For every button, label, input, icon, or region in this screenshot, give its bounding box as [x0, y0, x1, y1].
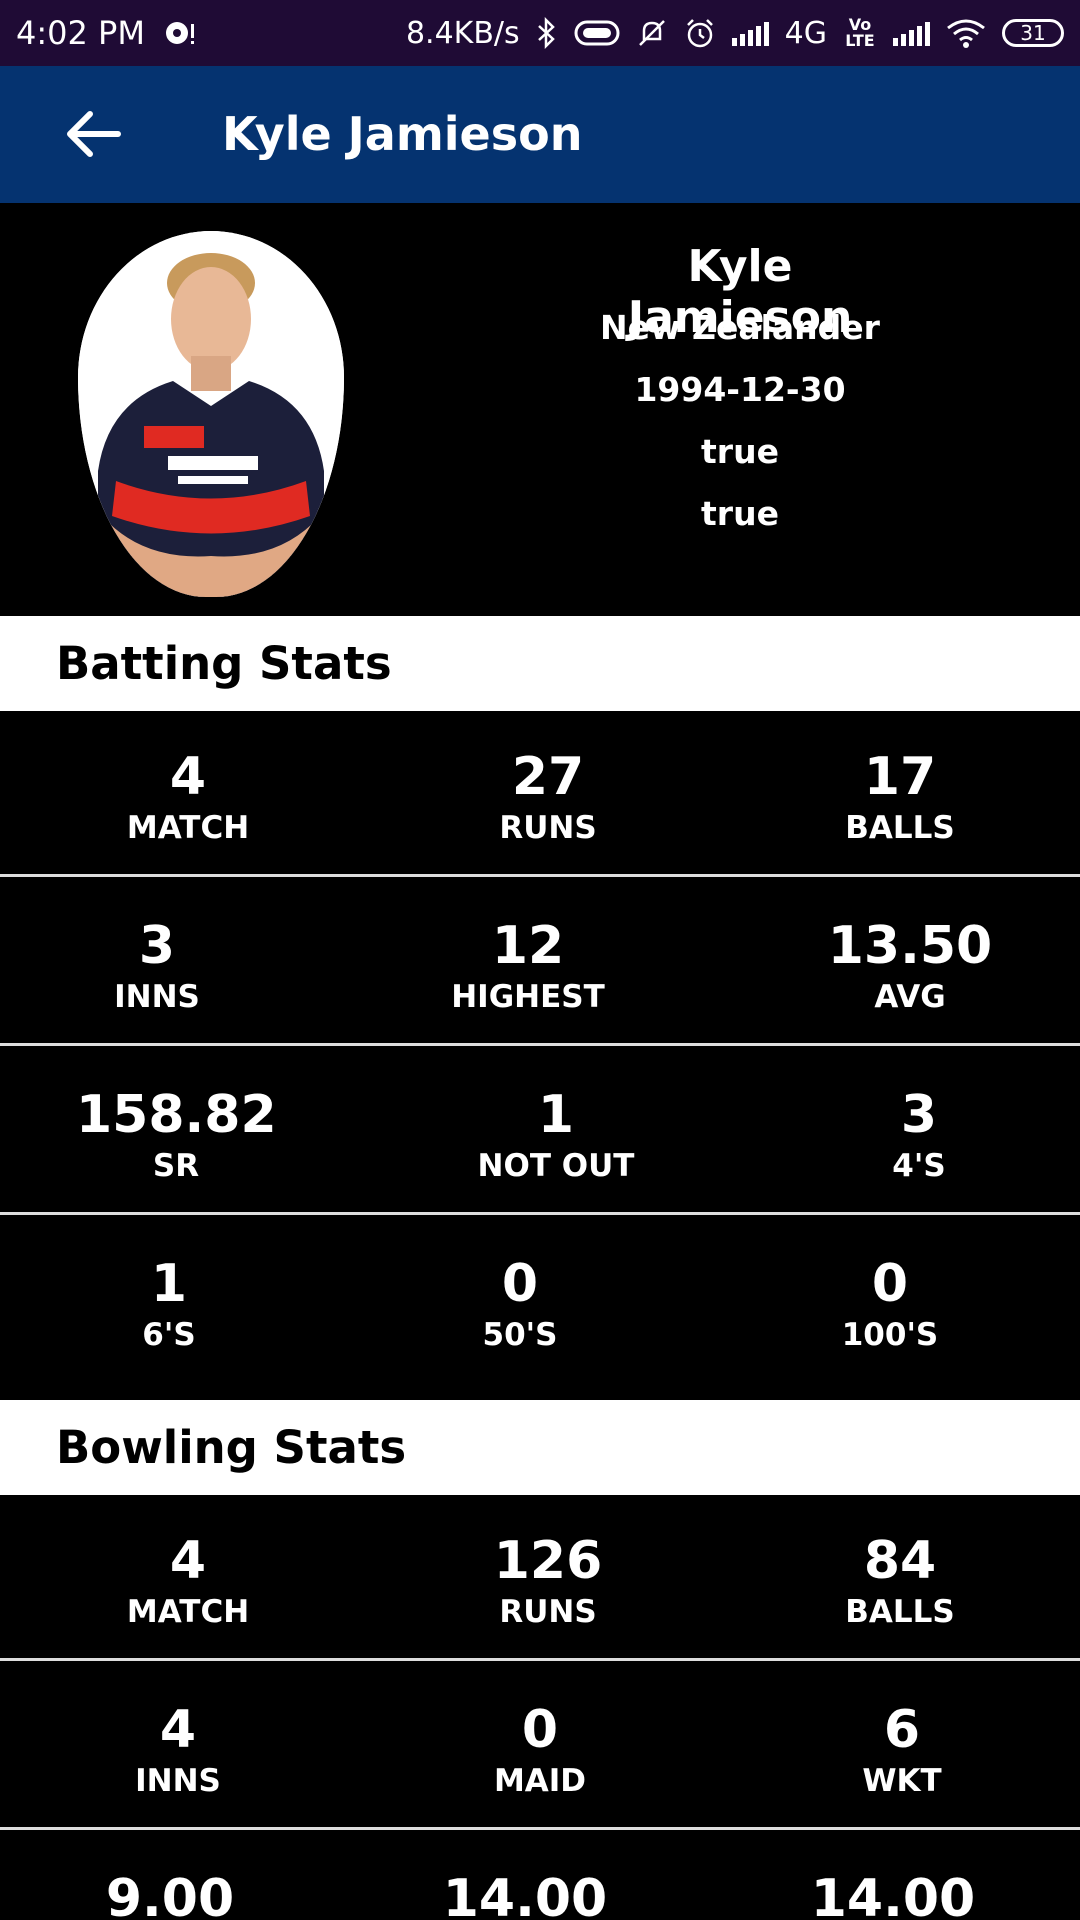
stat-label: INNS — [114, 979, 200, 1015]
stat-label: RUNS — [499, 810, 597, 846]
signal-icon-2 — [893, 20, 930, 46]
stat-value: 4 — [159, 1700, 197, 1760]
player-profile: Kyle Jamieson New Zealander 1994-12-30 t… — [0, 203, 1080, 616]
stat-cell: 14.00 — [793, 1833, 993, 1920]
stat-value: 0 — [871, 1254, 909, 1314]
stat-value: 1 — [150, 1254, 188, 1314]
bowling-row: 9.00 14.00 14.00 — [0, 1833, 1080, 1920]
alarm-icon — [684, 17, 716, 49]
stat-value: 84 — [863, 1531, 937, 1591]
batting-row: 4 MATCH 27 RUNS 17 BALLS — [0, 711, 1080, 877]
stat-label: 50'S — [482, 1317, 558, 1353]
page-title: Kyle Jamieson — [222, 107, 583, 161]
bluetooth-icon — [536, 17, 558, 49]
stat-cell: 14.00 — [425, 1833, 625, 1920]
stat-value: 0 — [521, 1700, 559, 1760]
network-type: 4G — [784, 15, 827, 51]
network-speed: 8.4KB/s — [405, 15, 520, 51]
stat-value: 12 — [491, 916, 565, 976]
stat-label: BALLS — [845, 810, 955, 846]
wifi-icon — [946, 18, 986, 48]
status-bar: 4:02 PM 8.4KB/s 4G Vo LTE 31 — [0, 0, 1080, 66]
stat-label: BALLS — [845, 1594, 955, 1630]
batting-row: 3 INNS 12 HIGHEST 13.50 AVG — [0, 880, 1080, 1046]
arrow-back-icon — [67, 111, 121, 157]
player-avatar — [78, 231, 344, 597]
batting-stats-header: Batting Stats — [0, 616, 1080, 711]
stat-cell: 3 4'S — [819, 1049, 1019, 1212]
player-nationality: New Zealander — [600, 308, 880, 347]
bowling-row: 4 INNS 0 MAID 6 WKT — [0, 1664, 1080, 1830]
stat-cell: 9.00 — [70, 1833, 270, 1920]
stat-cell: 3 INNS — [57, 880, 257, 1043]
batting-row: 158.82 SR 1 NOT OUT 3 4'S — [0, 1049, 1080, 1215]
stat-cell: 0 MAID — [440, 1664, 640, 1827]
stat-value: 6 — [883, 1700, 921, 1760]
stat-cell: 13.50 AVG — [810, 880, 1010, 1043]
volte-label: Vo LTE — [845, 15, 875, 50]
app-bar: Kyle Jamieson — [0, 66, 1080, 203]
stat-cell: 27 RUNS — [448, 711, 648, 874]
stat-cell: 12 HIGHEST — [428, 880, 628, 1043]
back-button[interactable] — [58, 104, 128, 164]
signal-icon — [731, 20, 769, 46]
batting-row: 1 6'S 0 50'S 0 100'S — [0, 1218, 1080, 1400]
bowling-row: 4 MATCH 126 RUNS 84 BALLS — [0, 1495, 1080, 1661]
stat-value: 1 — [537, 1085, 575, 1145]
stat-label: 100'S — [841, 1317, 939, 1353]
player-dob: 1994-12-30 — [634, 370, 846, 409]
stat-cell: 4 MATCH — [88, 711, 288, 874]
stat-value: 3 — [900, 1085, 938, 1145]
stat-cell: 1 NOT OUT — [456, 1049, 656, 1212]
stat-label: 4'S — [892, 1148, 946, 1184]
stat-cell: 4 MATCH — [88, 1495, 288, 1658]
player-field-a: true — [701, 432, 779, 471]
stat-cell: 6 WKT — [802, 1664, 1002, 1827]
stat-cell: 158.82 SR — [76, 1049, 277, 1212]
battery-level: 31 — [1020, 21, 1046, 45]
bowling-stats-header: Bowling Stats — [0, 1400, 1080, 1495]
stat-value: 27 — [511, 747, 585, 807]
stat-cell: 0 100'S — [790, 1218, 990, 1381]
stat-value: 17 — [863, 747, 937, 807]
stat-cell: 84 BALLS — [800, 1495, 1000, 1658]
stat-label: RUNS — [499, 1594, 597, 1630]
mute-bell-icon — [636, 17, 668, 49]
vibrate-icon — [574, 18, 620, 48]
stat-value: 4 — [169, 747, 207, 807]
stat-cell: 17 BALLS — [800, 711, 1000, 874]
stat-cell: 4 INNS — [78, 1664, 278, 1827]
stat-value: 126 — [493, 1531, 603, 1591]
stat-cell: 126 RUNS — [448, 1495, 648, 1658]
stat-value: 3 — [138, 916, 176, 976]
stat-label: INNS — [135, 1763, 221, 1799]
stat-cell: 0 50'S — [420, 1218, 620, 1381]
stat-value: 14.00 — [442, 1869, 608, 1920]
stat-value: 13.50 — [827, 916, 993, 976]
stat-label: MAID — [493, 1763, 587, 1799]
stat-value: 9.00 — [105, 1869, 235, 1920]
stat-label: 6'S — [142, 1317, 196, 1353]
stat-label: NOT OUT — [477, 1148, 635, 1184]
notification-icon — [163, 18, 197, 48]
stat-cell: 1 6'S — [69, 1218, 269, 1381]
stat-value: 14.00 — [810, 1869, 976, 1920]
stat-label: SR — [152, 1148, 200, 1184]
stat-value: 4 — [169, 1531, 207, 1591]
stat-label: AVG — [874, 979, 946, 1015]
stat-label: MATCH — [126, 1594, 250, 1630]
status-time: 4:02 PM — [16, 14, 145, 52]
battery-icon: 31 — [1002, 19, 1064, 47]
player-field-b: true — [701, 494, 779, 533]
stat-label: WKT — [862, 1763, 942, 1799]
stat-value: 158.82 — [76, 1085, 277, 1145]
stat-value: 0 — [501, 1254, 539, 1314]
stat-label: HIGHEST — [451, 979, 605, 1015]
stat-label: MATCH — [126, 810, 250, 846]
